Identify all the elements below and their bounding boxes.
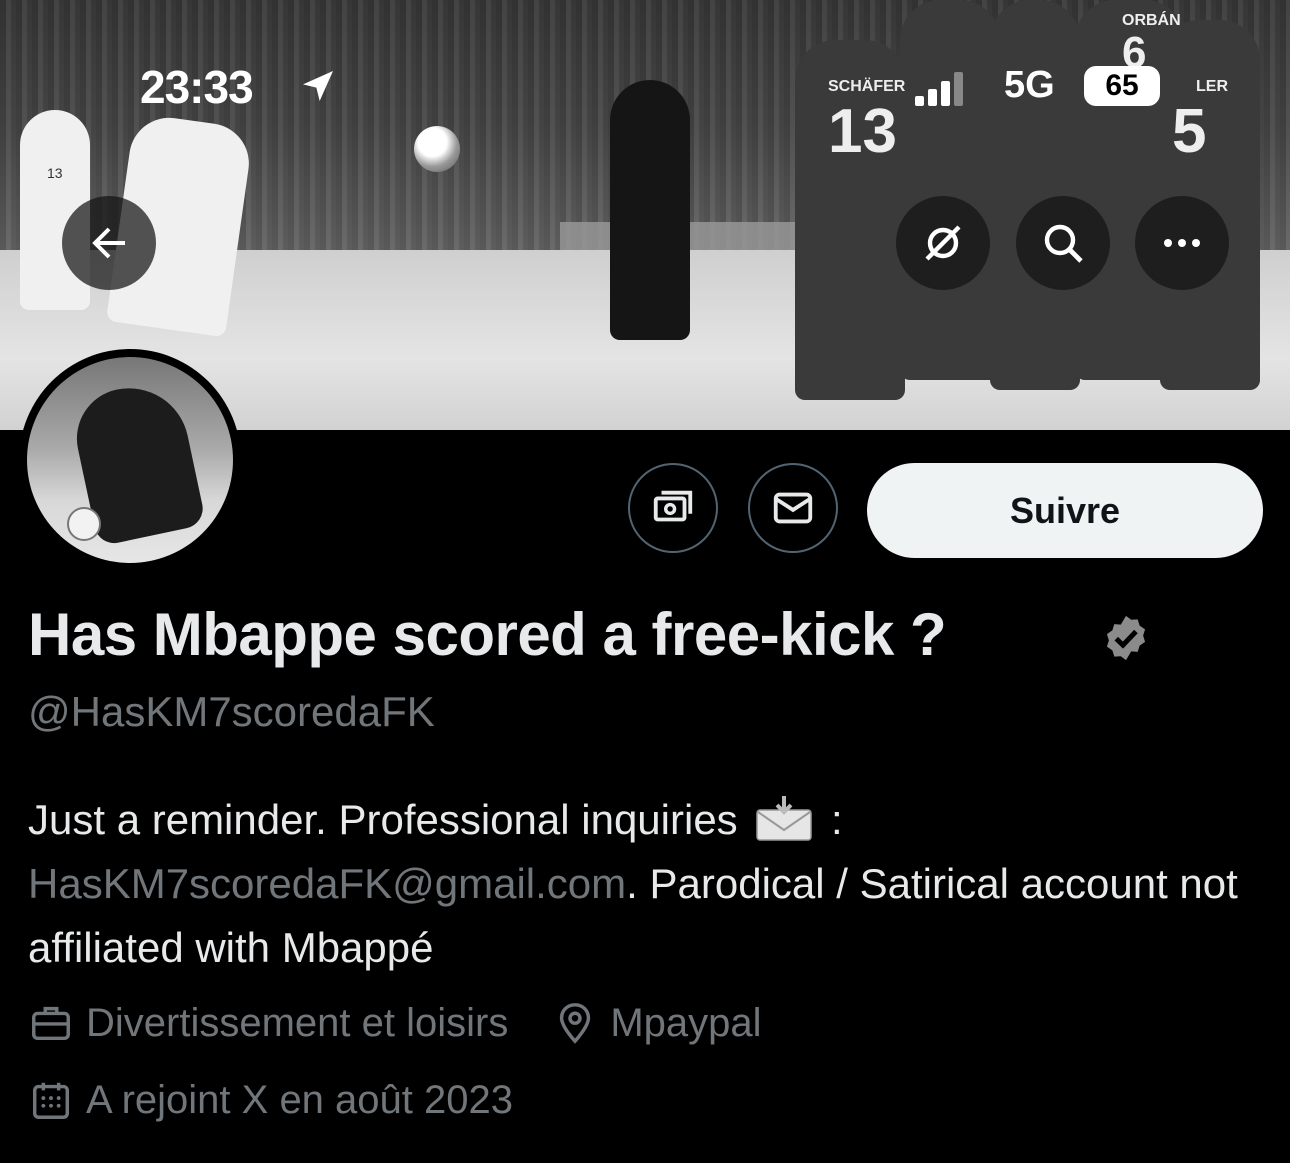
profile-display-name: Has Mbappe scored a free-kick ? — [28, 601, 947, 668]
more-icon — [1164, 239, 1200, 247]
battery-indicator: 65 — [1084, 66, 1160, 106]
category-label: Divertissement et loisirs — [86, 1000, 509, 1045]
profile-category: Divertissement et loisirs — [28, 1000, 508, 1046]
search-button[interactable] — [1016, 196, 1110, 290]
avatar-ball — [67, 507, 101, 541]
wall-player — [990, 0, 1080, 390]
profile-meta-row-2: A rejoint X en août 2023 — [28, 1077, 557, 1123]
wall-player — [900, 0, 1000, 380]
profile-bio: Just a reminder. Professional inquiries … — [28, 788, 1258, 980]
arrow-left-icon — [92, 227, 125, 259]
back-button[interactable] — [62, 196, 156, 290]
avatar-image — [27, 357, 233, 563]
profile-meta-row-1: Divertissement et loisirs Mpaypal — [28, 1000, 806, 1046]
calendar-icon — [32, 1082, 70, 1119]
verified-badge-icon[interactable] — [1100, 612, 1152, 664]
tip-button[interactable] — [628, 463, 718, 553]
money-icon — [653, 490, 693, 522]
envelope-icon — [773, 492, 813, 524]
follow-button[interactable]: Suivre — [867, 463, 1263, 558]
football — [414, 126, 460, 172]
bio-email-link[interactable]: HasKM7scoredaFK@gmail.com — [28, 860, 626, 907]
jersey-number: 13 — [47, 165, 63, 181]
status-time: 23:33 — [140, 61, 254, 113]
briefcase-icon — [32, 1006, 70, 1041]
joined-label: A rejoint X en août 2023 — [86, 1077, 513, 1122]
profile-joined: A rejoint X en août 2023 — [28, 1077, 513, 1123]
network-type: 5G — [1004, 64, 1055, 106]
avatar[interactable] — [19, 349, 241, 571]
status-bar: 23:33 5G 65 — [0, 60, 1290, 120]
profile-handle: @HasKM7scoredaFK — [28, 688, 435, 735]
grok-icon — [925, 225, 961, 261]
location-pin-icon — [560, 1003, 591, 1044]
profile-location: Mpaypal — [552, 1000, 762, 1046]
search-icon — [1044, 224, 1083, 263]
location-arrow-icon — [303, 71, 333, 101]
bio-text: Just a reminder. Professional inquiries — [28, 796, 738, 843]
message-button[interactable] — [748, 463, 838, 553]
more-button[interactable] — [1135, 196, 1229, 290]
grok-button[interactable] — [896, 196, 990, 290]
incoming-envelope-emoji — [756, 796, 813, 841]
bio-text-colon: : — [819, 796, 843, 843]
signal-icon — [915, 72, 963, 106]
location-label: Mpaypal — [610, 1000, 762, 1045]
